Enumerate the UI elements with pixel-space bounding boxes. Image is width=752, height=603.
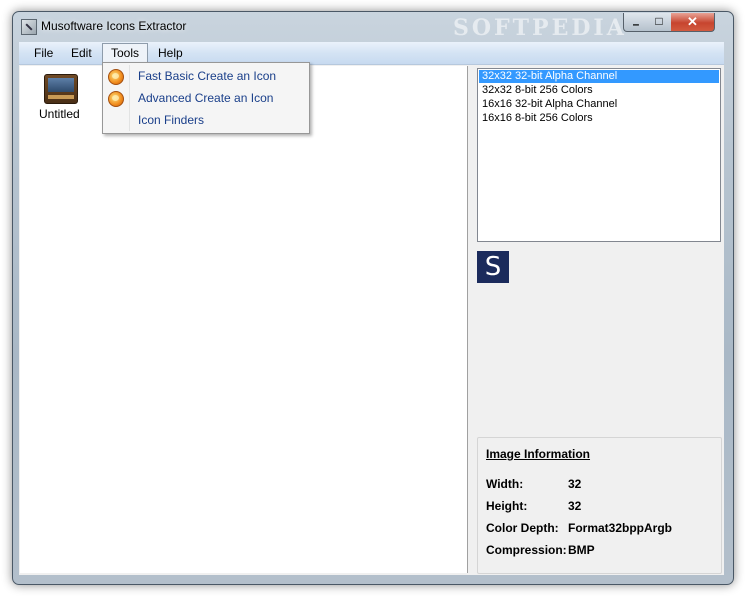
format-item[interactable]: 32x32 32-bit Alpha Channel bbox=[479, 70, 719, 83]
info-value: Format32bppArgb bbox=[568, 521, 673, 535]
app-icon[interactable] bbox=[21, 19, 37, 35]
image-information-panel: Image Information Width: 32 Height: 32 Col… bbox=[477, 437, 722, 574]
watermark: SOFTPEDIA bbox=[453, 15, 627, 41]
create-icon bbox=[108, 69, 124, 85]
info-row-compression: Compression:BMP bbox=[486, 543, 595, 557]
info-key: Compression: bbox=[486, 543, 567, 557]
menu-tools[interactable]: Tools bbox=[102, 43, 149, 62]
menu-help[interactable]: Help bbox=[153, 46, 188, 60]
menu-gutter bbox=[129, 65, 130, 131]
file-list-pane[interactable]: Untitled bbox=[20, 66, 468, 573]
format-item[interactable]: 16x16 32-bit Alpha Channel bbox=[479, 98, 719, 111]
minimize-button[interactable]: – bbox=[623, 13, 649, 32]
file-icon[interactable] bbox=[44, 74, 78, 104]
file-item-label[interactable]: Untitled bbox=[39, 107, 80, 121]
info-key: Width: bbox=[486, 477, 524, 491]
tools-dropdown-menu: Fast Basic Create an Icon Advanced Creat… bbox=[102, 62, 310, 134]
create-icon bbox=[108, 91, 124, 107]
image-information-title: Image Information bbox=[486, 447, 591, 461]
window-title: Musoftware Icons Extractor bbox=[41, 19, 187, 33]
info-key: Height: bbox=[486, 499, 528, 513]
info-row-color-depth: Color Depth: Format32bppArgb bbox=[486, 521, 672, 535]
menu-edit[interactable]: Edit bbox=[66, 46, 97, 60]
info-row-width: Width: 32 bbox=[486, 477, 581, 491]
title-bar[interactable]: Musoftware Icons Extractor SOFTPEDIA – □… bbox=[13, 12, 733, 42]
info-value: BMP bbox=[568, 543, 595, 557]
minimize-icon: – bbox=[632, 17, 640, 31]
info-key: Color Depth: bbox=[486, 521, 559, 535]
maximize-button[interactable]: □ bbox=[647, 13, 672, 32]
client-area: Untitled 32x32 32-bit Alpha Channel 32x3… bbox=[19, 65, 724, 575]
info-row-height: Height: 32 bbox=[486, 499, 581, 513]
menu-file[interactable]: File bbox=[29, 46, 58, 60]
menu-item-advanced-create[interactable]: Advanced Create an Icon bbox=[138, 91, 273, 105]
format-list[interactable]: 32x32 32-bit Alpha Channel 32x32 8-bit 2… bbox=[477, 68, 721, 242]
format-item[interactable]: 32x32 8-bit 256 Colors bbox=[479, 84, 719, 97]
info-value: 32 bbox=[568, 499, 582, 513]
menu-item-fast-basic-create[interactable]: Fast Basic Create an Icon bbox=[138, 69, 276, 83]
softpedia-s-icon: S bbox=[477, 251, 509, 283]
close-button[interactable]: ✕ bbox=[671, 13, 715, 32]
maximize-icon: □ bbox=[655, 14, 663, 28]
info-value: 32 bbox=[568, 477, 582, 491]
format-item[interactable]: 16x16 8-bit 256 Colors bbox=[479, 112, 719, 125]
details-pane: 32x32 32-bit Alpha Channel 32x32 8-bit 2… bbox=[477, 68, 722, 574]
close-icon: ✕ bbox=[687, 14, 698, 29]
menu-item-icon-finders[interactable]: Icon Finders bbox=[138, 113, 204, 127]
